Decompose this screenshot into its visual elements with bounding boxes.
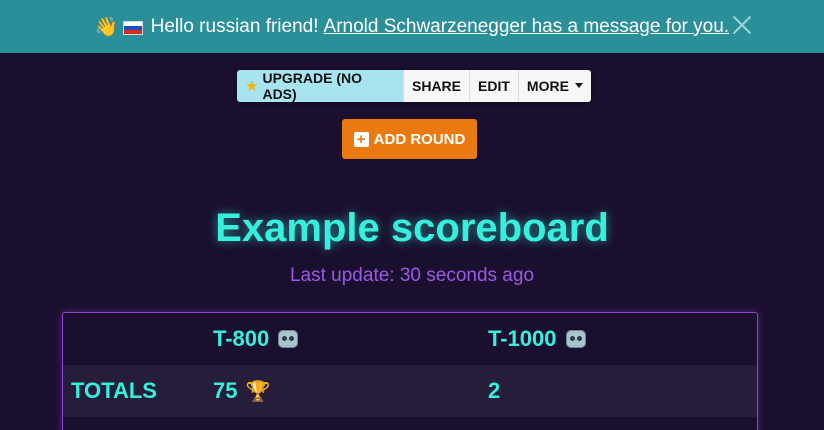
player-name: T-800 — [213, 326, 270, 351]
banner-link[interactable]: Arnold Schwarzenegger has a message for … — [324, 16, 730, 38]
last-update-text: Last update: 30 seconds ago — [289, 265, 535, 286]
total-value: 2 — [488, 378, 501, 403]
player-header[interactable]: T-1000 — [488, 313, 586, 365]
total-value: 75 — [213, 378, 238, 403]
add-round-button[interactable]: + ADD ROUND — [342, 119, 477, 159]
close-icon[interactable] — [730, 13, 754, 37]
star-icon: ★ — [245, 78, 259, 95]
waving-hand-icon: 👋 — [94, 16, 119, 38]
chevron-down-icon — [574, 82, 583, 88]
robot-icon — [565, 330, 586, 348]
share-button[interactable]: SHARE — [404, 70, 471, 102]
banner-message: Hello russian friend! — [150, 15, 319, 37]
share-label: SHARE — [412, 78, 462, 94]
russian-flag-icon — [122, 20, 143, 35]
table-header-row: T-800 T-1000 — [63, 313, 757, 365]
edit-label: EDIT — [478, 78, 510, 94]
plus-square-icon: + — [353, 131, 369, 147]
upgrade-button[interactable]: ★ UPGRADE (NO ADS) — [237, 70, 404, 102]
total-score: 2 — [488, 365, 500, 417]
trophy-icon: 🏆 — [245, 380, 271, 403]
edit-button[interactable]: EDIT — [470, 70, 519, 102]
more-dropdown-button[interactable]: MORE — [518, 70, 591, 102]
upgrade-label: UPGRADE (NO ADS) — [262, 70, 363, 102]
page-title: Example scoreboard — [215, 206, 609, 250]
player-name: T-1000 — [488, 326, 557, 351]
totals-label: TOTALS — [71, 378, 157, 403]
more-label: MORE — [526, 78, 569, 94]
add-round-label: ADD ROUND — [373, 130, 466, 148]
robot-icon — [278, 330, 299, 348]
total-score: 75 🏆 — [213, 365, 270, 417]
totals-row: TOTALS 75 🏆 2 — [63, 365, 757, 417]
player-header[interactable]: T-800 — [213, 313, 299, 365]
scoreboard-table: T-800 T-1000 TOTALS 75 🏆 2 — [62, 312, 758, 430]
announcement-banner: 👋 Hello russian friend! Arnold Schwarzen… — [0, 0, 824, 53]
scoreboard-toolbar: ★ UPGRADE (NO ADS) SHARE EDIT MORE — [237, 70, 591, 102]
